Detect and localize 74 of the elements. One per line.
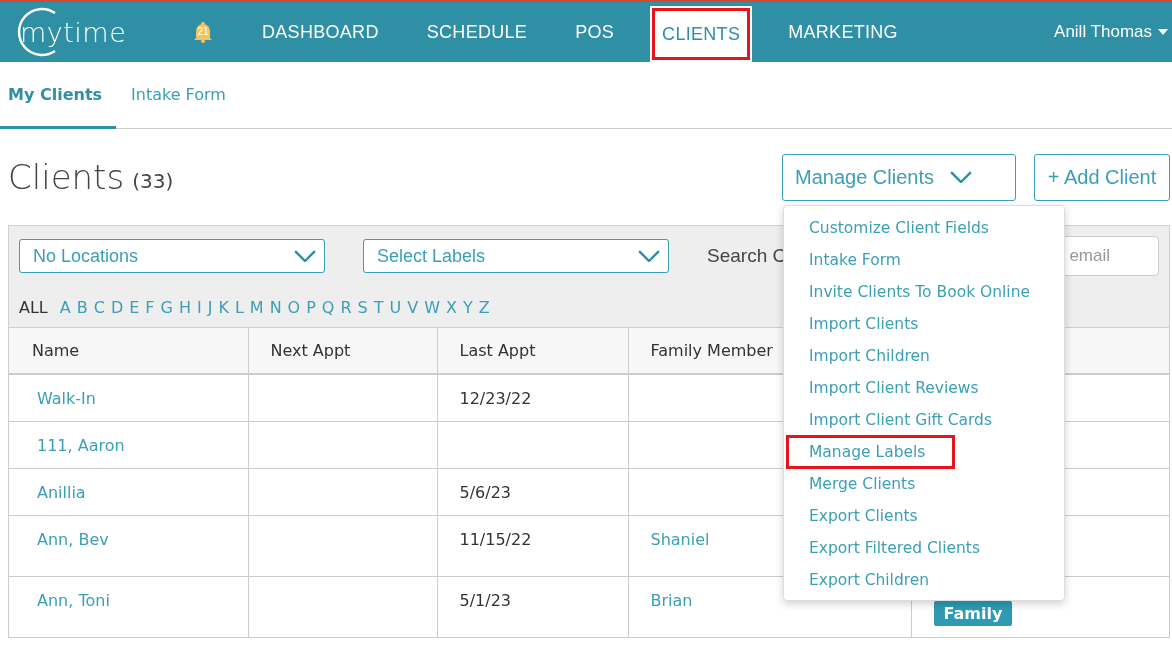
letter-filter-link[interactable]: T [373, 298, 384, 317]
family-member-link[interactable]: Shaniel [650, 530, 710, 549]
letter-filter-link[interactable]: Y [463, 298, 473, 317]
user-menu[interactable]: Anill Thomas [1054, 22, 1168, 42]
menu-item[interactable]: Export Clients [784, 500, 1064, 532]
menu-item[interactable]: Merge Clients [784, 468, 1064, 500]
client-name-link[interactable]: Anillia [37, 483, 86, 502]
column-header[interactable]: Next Appt [270, 341, 351, 360]
letter-filter-link[interactable]: P [306, 298, 316, 317]
letter-filter-link[interactable]: O [287, 298, 301, 317]
letter-filter-link[interactable]: F [145, 298, 155, 317]
manage-clients-dropdown[interactable]: Manage Clients [782, 153, 1016, 201]
letter-filter-link[interactable]: N [269, 298, 282, 317]
letter-filter-link[interactable]: J [207, 298, 213, 317]
table-cell: 12/23/22 [459, 389, 532, 408]
label-tag: Family [933, 601, 1013, 626]
table-cell: 5/1/23 [459, 591, 511, 610]
client-name-link[interactable]: 111, Aaron [37, 436, 125, 455]
client-name-link[interactable]: Ann, Toni [37, 591, 110, 610]
letter-filter-link[interactable]: R [340, 298, 352, 317]
letter-filter-link[interactable]: Z [478, 298, 490, 317]
letter-filter-link[interactable]: L [234, 298, 244, 317]
labels-dropdown[interactable]: Select Labels [363, 239, 669, 273]
letter-filter-link[interactable]: A [59, 298, 71, 317]
letter-filter-link[interactable]: V [407, 298, 419, 317]
nav-tab[interactable]: DASHBOARD [238, 2, 403, 62]
column-header[interactable]: Family Member [650, 341, 773, 360]
menu-item[interactable]: Manage Labels [787, 436, 954, 468]
locations-dropdown[interactable]: No Locations [19, 239, 325, 273]
letter-filter-link[interactable]: ALL [19, 298, 48, 317]
letter-filter-link[interactable]: S [357, 298, 368, 317]
letter-filter-link[interactable]: H [178, 298, 191, 317]
chevron-down-icon [949, 170, 972, 184]
letter-filter-link[interactable]: M [249, 298, 264, 317]
nav-tab[interactable]: MARKETING [764, 2, 922, 62]
add-client-button[interactable]: + Add Client [1034, 153, 1170, 201]
page-title: Clients [8, 157, 125, 197]
letter-filter-link[interactable]: B [76, 298, 88, 317]
column-header[interactable]: Last Appt [459, 341, 536, 360]
client-count: (33) [132, 169, 174, 193]
letter-filter-link[interactable]: D [110, 298, 124, 317]
logo[interactable]: mytime [10, 7, 140, 57]
menu-item[interactable]: Import Client Gift Cards [784, 404, 1064, 436]
letter-filter-link[interactable]: U [389, 298, 402, 317]
table-cell: 11/15/22 [459, 530, 532, 549]
menu-item[interactable]: Export Filtered Clients [784, 532, 1064, 564]
notification-count: 21 [196, 26, 210, 37]
nav-tab[interactable]: CLIENTS [650, 6, 753, 62]
letter-filter-link[interactable]: W [424, 298, 440, 317]
letter-filter-link[interactable]: X [446, 298, 457, 317]
table-cell: 5/6/23 [459, 483, 511, 502]
menu-item[interactable]: Import Client Reviews [784, 372, 1064, 404]
menu-item[interactable]: Import Children [784, 340, 1064, 372]
nav-tab[interactable]: POS [551, 2, 639, 62]
nav-tab[interactable]: SCHEDULE [402, 2, 552, 62]
client-name-link[interactable]: Ann, Bev [37, 530, 109, 549]
letter-filter-link[interactable]: C [93, 298, 105, 317]
caret-icon [1158, 29, 1168, 35]
column-header[interactable]: Name [32, 341, 80, 360]
menu-item[interactable]: Import Clients [784, 308, 1064, 340]
family-member-link[interactable]: Brian [650, 591, 693, 610]
chevron-down-icon [294, 249, 316, 263]
letter-filter-link[interactable]: Q [321, 298, 335, 317]
notification-bell-icon[interactable]: 21 [192, 21, 214, 43]
letter-filter-link[interactable]: G [160, 298, 173, 317]
sub-tab[interactable]: My Clients [0, 62, 117, 129]
letter-filter-link[interactable]: K [218, 298, 229, 317]
menu-item[interactable]: Invite Clients To Book Online [784, 276, 1064, 308]
chevron-down-icon [638, 249, 660, 263]
client-name-link[interactable]: Walk-In [37, 389, 96, 408]
menu-item[interactable]: Export Children [784, 564, 1064, 596]
sub-tab[interactable]: Intake Form [123, 62, 234, 129]
letter-filter-link[interactable]: E [129, 298, 140, 317]
letter-filter-link[interactable]: I [196, 298, 202, 317]
